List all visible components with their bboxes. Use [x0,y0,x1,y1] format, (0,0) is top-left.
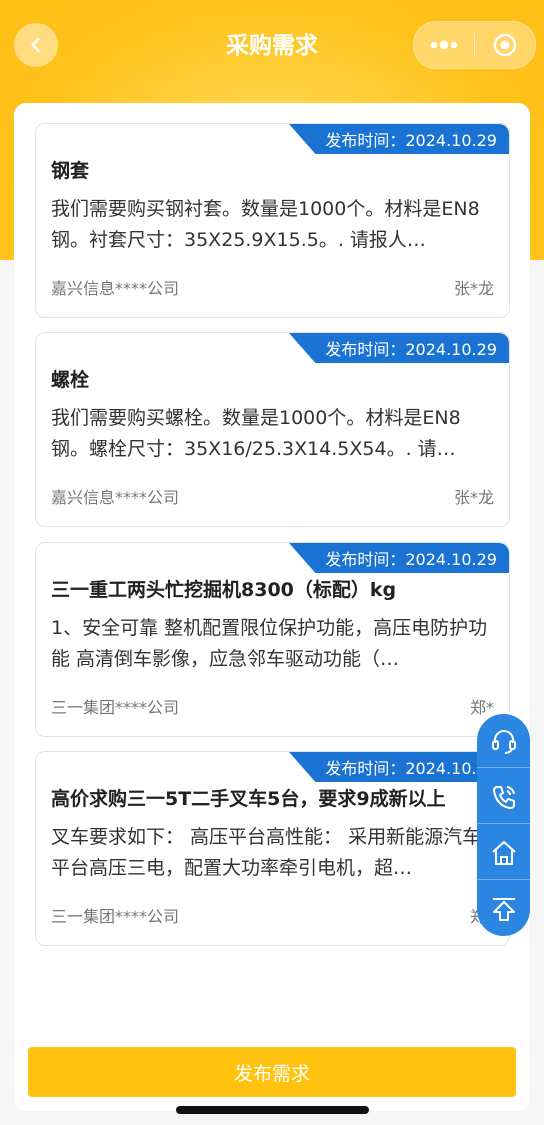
home-icon [491,840,516,865]
card-contact: 张*龙 [453,488,494,507]
card-description: 1、安全可靠 整机配置限位保护功能，高压电防护功能 高清倒车影像，应急邻车驱动功… [51,617,488,670]
publish-date-tag: 发布时间：2024.10.29 [289,543,509,573]
home-button[interactable] [477,827,530,880]
purchase-card[interactable]: 发布时间：2024.10.21 高价求购三一5T二手叉车5台，要求9成新以上 叉… [35,751,510,946]
customer-service-button[interactable] [477,715,530,769]
card-description: 我们需要购买螺栓。数量是1000个。材料是EN8钢。螺栓尺寸：35X16/25.… [51,407,461,460]
card-title: 三一重工两头忙挖掘机8300（标配）kg [51,579,397,601]
card-contact: 张*龙 [453,279,494,298]
header: 采购需求 [0,0,544,90]
back-to-top-icon [492,897,515,921]
target-icon [493,33,517,57]
card-title: 高价求购三一5T二手叉车5台，要求9成新以上 [51,788,446,810]
card-company: 三一集团****公司 [51,698,180,717]
home-indicator [176,1106,369,1114]
card-company: 三一集团****公司 [51,907,180,926]
more-button[interactable] [414,22,474,68]
purchase-card[interactable]: 发布时间：2024.10.29 三一重工两头忙挖掘机8300（标配）kg 1、安… [35,542,510,737]
card-description: 叉车要求如下： 高压平台高性能： 采用新能源汽车平台高压三电，配置大功率牵引电机… [51,826,482,879]
mini-program-capsule [413,21,536,69]
purchase-card[interactable]: 发布时间：2024.10.29 钢套 我们需要购买钢衬套。数量是1000个。材料… [35,123,510,318]
card-title: 钢套 [51,160,90,182]
card-title: 螺栓 [51,369,90,391]
content-panel: 发布时间：2024.10.29 钢套 我们需要购买钢衬套。数量是1000个。材料… [14,103,530,1111]
close-miniprogram-button[interactable] [475,22,535,68]
publish-date-tag: 发布时间：2024.10.29 [289,124,509,154]
card-description: 我们需要购买钢衬套。数量是1000个。材料是EN8钢。衬套尺寸：35X25.9X… [51,198,480,251]
card-company: 嘉兴信息****公司 [51,279,180,298]
publish-date-tag: 发布时间：2024.10.29 [289,333,509,363]
publish-date-tag: 发布时间：2024.10.21 [289,752,509,782]
floating-action-bar [477,714,530,936]
back-to-top-button[interactable] [477,883,530,935]
call-button[interactable] [477,771,530,825]
headset-icon [491,730,516,755]
phone-icon [492,786,515,810]
purchase-card[interactable]: 发布时间：2024.10.29 螺栓 我们需要购买螺栓。数量是1000个。材料是… [35,332,510,527]
more-dots-icon [430,40,458,50]
publish-demand-button[interactable]: 发布需求 [28,1047,516,1097]
card-company: 嘉兴信息****公司 [51,488,180,507]
